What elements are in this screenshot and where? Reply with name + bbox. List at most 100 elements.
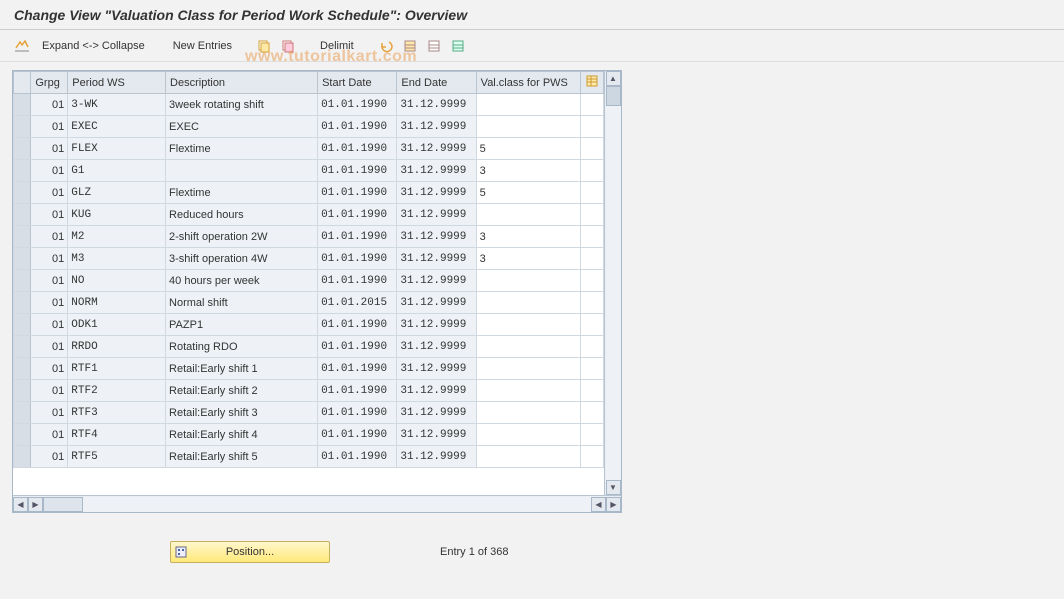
copy-as-icon[interactable] (278, 37, 298, 55)
cell-start-date: 01.01.1990 (318, 226, 397, 248)
row-selector[interactable] (14, 270, 31, 292)
cell-val-class[interactable]: 5 (476, 182, 580, 204)
row-selector[interactable] (14, 336, 31, 358)
cell-period-ws: RTF5 (68, 446, 166, 468)
row-selector[interactable] (14, 380, 31, 402)
table-settings-icon[interactable] (581, 72, 604, 94)
col-description[interactable]: Description (166, 72, 318, 94)
cell-val-class[interactable] (476, 270, 580, 292)
cell-description: Flextime (166, 138, 318, 160)
table-row[interactable]: 01M33-shift operation 4W01.01.199031.12.… (14, 248, 604, 270)
scroll-up-icon[interactable]: ▲ (606, 71, 621, 86)
row-selector[interactable] (14, 160, 31, 182)
cell-start-date: 01.01.1990 (318, 270, 397, 292)
table-row[interactable]: 01NO40 hours per week01.01.199031.12.999… (14, 270, 604, 292)
col-period-ws[interactable]: Period WS (68, 72, 166, 94)
row-selector[interactable] (14, 182, 31, 204)
cell-pad (581, 446, 604, 468)
vertical-scrollbar[interactable]: ▲ ▼ (604, 71, 621, 495)
col-start-date[interactable]: Start Date (318, 72, 397, 94)
cell-val-class[interactable] (476, 380, 580, 402)
hscroll-handle[interactable] (43, 497, 83, 512)
scroll-down-icon[interactable]: ▼ (606, 480, 621, 495)
horizontal-scrollbar[interactable]: ◀ ▶ ◀ ▶ (13, 495, 621, 512)
table-row[interactable]: 01GLZFlextime01.01.199031.12.99995 (14, 182, 604, 204)
col-end-date[interactable]: End Date (397, 72, 476, 94)
cell-val-class[interactable] (476, 424, 580, 446)
cell-val-class[interactable] (476, 314, 580, 336)
col-select[interactable] (14, 72, 31, 94)
delimit-button[interactable]: Delimit (314, 38, 360, 54)
position-button[interactable]: Position... (170, 541, 330, 563)
row-selector[interactable] (14, 292, 31, 314)
table-header-row: Grpg Period WS Description Start Date En… (14, 72, 604, 94)
row-selector[interactable] (14, 314, 31, 336)
scroll-right-icon[interactable]: ▶ (28, 497, 43, 512)
cell-val-class[interactable] (476, 116, 580, 138)
row-selector[interactable] (14, 402, 31, 424)
scroll-right2-icon[interactable]: ▶ (606, 497, 621, 512)
cell-val-class[interactable] (476, 446, 580, 468)
row-selector[interactable] (14, 248, 31, 270)
cell-val-class[interactable] (476, 402, 580, 424)
cell-start-date: 01.01.1990 (318, 336, 397, 358)
cell-val-class[interactable]: 3 (476, 226, 580, 248)
cell-pad (581, 358, 604, 380)
cell-val-class[interactable]: 5 (476, 138, 580, 160)
row-selector[interactable] (14, 358, 31, 380)
table-row[interactable]: 01EXECEXEC01.01.199031.12.9999 (14, 116, 604, 138)
table-row[interactable]: 01RTF3Retail:Early shift 301.01.199031.1… (14, 402, 604, 424)
row-selector[interactable] (14, 94, 31, 116)
cell-period-ws: NORM (68, 292, 166, 314)
table-row[interactable]: 01G101.01.199031.12.99993 (14, 160, 604, 182)
deselect-all-icon[interactable] (424, 37, 444, 55)
table-row[interactable]: 01RRDORotating RDO01.01.199031.12.9999 (14, 336, 604, 358)
row-selector[interactable] (14, 446, 31, 468)
cell-pad (581, 182, 604, 204)
table-row[interactable]: 01RTF2Retail:Early shift 201.01.199031.1… (14, 380, 604, 402)
table-row[interactable]: 01RTF1Retail:Early shift 101.01.199031.1… (14, 358, 604, 380)
row-selector[interactable] (14, 138, 31, 160)
scroll-thumb[interactable] (606, 86, 621, 106)
cell-description: Retail:Early shift 5 (166, 446, 318, 468)
row-selector[interactable] (14, 424, 31, 446)
scroll-left-icon[interactable]: ◀ (13, 497, 28, 512)
new-entries-button[interactable]: New Entries (167, 38, 238, 54)
copy-icon[interactable] (254, 37, 274, 55)
table-row[interactable]: 01NORMNormal shift01.01.201531.12.9999 (14, 292, 604, 314)
cell-val-class[interactable] (476, 336, 580, 358)
table-row[interactable]: 01RTF4Retail:Early shift 401.01.199031.1… (14, 424, 604, 446)
table-row[interactable]: 01FLEXFlextime01.01.199031.12.99995 (14, 138, 604, 160)
cell-pad (581, 248, 604, 270)
cell-start-date: 01.01.1990 (318, 358, 397, 380)
expand-collapse-button[interactable]: Expand <-> Collapse (36, 38, 151, 54)
cell-val-class[interactable]: 3 (476, 248, 580, 270)
cell-pad (581, 270, 604, 292)
cell-val-class[interactable]: 3 (476, 160, 580, 182)
config-icon[interactable] (448, 37, 468, 55)
col-val-class[interactable]: Val.class for PWS (476, 72, 580, 94)
cell-val-class[interactable] (476, 358, 580, 380)
col-grpg[interactable]: Grpg (31, 72, 68, 94)
cell-grpg: 01 (31, 160, 68, 182)
cell-description: Flextime (166, 182, 318, 204)
cell-end-date: 31.12.9999 (397, 116, 476, 138)
cell-pad (581, 116, 604, 138)
toggle-icon[interactable] (12, 37, 32, 55)
select-all-icon[interactable] (400, 37, 420, 55)
cell-val-class[interactable] (476, 204, 580, 226)
table-row[interactable]: 01M22-shift operation 2W01.01.199031.12.… (14, 226, 604, 248)
table-row[interactable]: 013-WK3week rotating shift01.01.199031.1… (14, 94, 604, 116)
table-row[interactable]: 01RTF5Retail:Early shift 501.01.199031.1… (14, 446, 604, 468)
undo-icon[interactable] (376, 37, 396, 55)
cell-val-class[interactable] (476, 94, 580, 116)
cell-pad (581, 292, 604, 314)
row-selector[interactable] (14, 204, 31, 226)
row-selector[interactable] (14, 226, 31, 248)
row-selector[interactable] (14, 116, 31, 138)
table-row[interactable]: 01ODK1PAZP101.01.199031.12.9999 (14, 314, 604, 336)
table-row[interactable]: 01KUGReduced hours01.01.199031.12.9999 (14, 204, 604, 226)
cell-grpg: 01 (31, 358, 68, 380)
cell-val-class[interactable] (476, 292, 580, 314)
scroll-left2-icon[interactable]: ◀ (591, 497, 606, 512)
